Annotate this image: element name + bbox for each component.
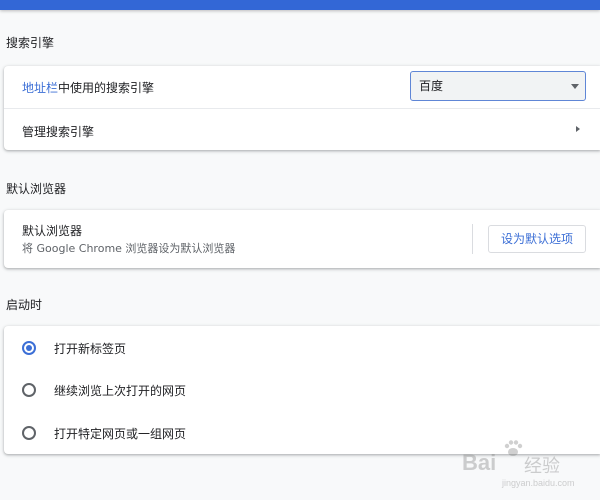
section-title-default-browser: 默认浏览器 [6,182,67,196]
startup-option-continue[interactable]: 继续浏览上次打开的网页 [4,369,600,412]
default-browser-title: 默认浏览器 [22,224,83,238]
chevron-right-icon [576,126,580,132]
watermark-brand: Bai [462,450,497,475]
manage-search-engines-label: 管理搜索引擎 [22,125,95,139]
address-bar-engine-row: 地址栏中使用的搜索引擎 百度 [4,66,600,108]
watermark-brand-cn: 经验 [524,456,560,477]
default-browser-card: 默认浏览器 将 Google Chrome 浏览器设为默认浏览器 设为默认选项 [4,210,600,268]
address-bar-label-rest: 中使用的搜索引擎 [58,81,155,95]
chevron-down-icon [571,84,579,89]
search-engine-selected-value: 百度 [419,79,444,93]
manage-search-engines-row[interactable]: 管理搜索引擎 [4,108,600,150]
divider [472,224,473,254]
watermark-url: jingyan.baidu.com [502,478,575,488]
paw-icon [504,440,523,456]
address-bar-link[interactable]: 地址栏 [22,81,58,95]
search-engine-card: 地址栏中使用的搜索引擎 百度 管理搜索引擎 [4,66,600,150]
search-engine-select[interactable]: 百度 [410,71,586,101]
startup-option-new-tab[interactable]: 打开新标签页 [4,326,600,369]
address-bar-engine-label: 地址栏中使用的搜索引擎 [22,79,154,96]
radio-checked-icon[interactable] [22,341,36,355]
startup-option-label: 继续浏览上次打开的网页 [54,384,187,398]
section-title-search-engine: 搜索引擎 [6,36,55,50]
make-default-button[interactable]: 设为默认选项 [488,225,586,253]
startup-option-label: 打开新标签页 [54,342,127,356]
radio-unchecked-icon[interactable] [22,383,36,397]
on-startup-card: 打开新标签页 继续浏览上次打开的网页 打开特定网页或一组网页 [4,326,600,454]
startup-option-label: 打开特定网页或一组网页 [54,427,187,441]
radio-unchecked-icon[interactable] [22,426,36,440]
section-title-on-startup: 启动时 [6,298,43,312]
top-toolbar [0,0,600,10]
watermark: Bai 经验 jingyan.baidu.com [462,436,592,492]
default-browser-description: 将 Google Chrome 浏览器设为默认浏览器 [22,242,236,255]
